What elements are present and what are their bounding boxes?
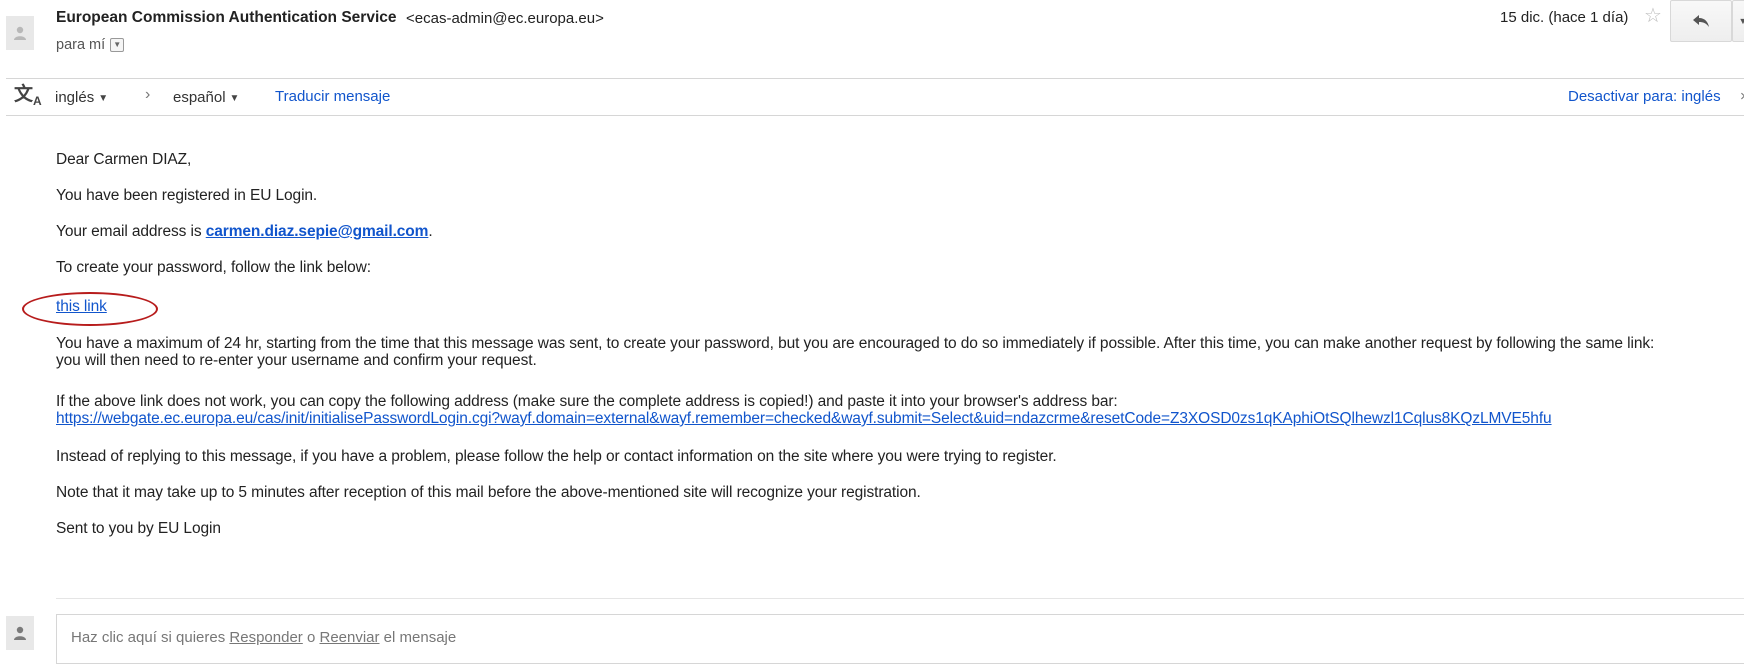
instead-reply-text: Instead of replying to this message, if … [56, 448, 1057, 465]
recipient-line: para mí ▼ [56, 37, 125, 53]
caret-down-icon: ▼ [98, 93, 109, 104]
star-icon[interactable]: ☆ [1644, 6, 1662, 26]
max-time-text-line2: you will then need to re-enter your user… [56, 352, 537, 369]
recipient-details-dropdown[interactable]: ▼ [110, 38, 125, 52]
translate-message-link[interactable]: Traducir mensaje [275, 88, 390, 105]
chevron-right-icon: › [145, 86, 151, 103]
reply-middle: o [302, 629, 320, 646]
person-icon [14, 26, 26, 40]
sender-email: <ecas-admin@ec.europa.eu> [406, 10, 604, 27]
close-icon[interactable]: × [1740, 88, 1744, 105]
email-address-link[interactable]: carmen.diaz.sepie@gmail.com [206, 223, 429, 240]
target-language-select[interactable]: español ▼ [173, 89, 239, 106]
translate-bar: 文A inglés ▼ › español ▼ Traducir mensaje D… [6, 78, 1744, 116]
chevron-down-icon: ▼ [1738, 16, 1744, 26]
reply-button[interactable] [1670, 0, 1732, 42]
caret-down-icon: ▼ [229, 93, 240, 104]
password-url-link[interactable]: https://webgate.ec.europa.eu/cas/init/in… [56, 410, 1552, 428]
email-prefix: Your email address is [56, 223, 206, 240]
greeting: Dear Carmen DIAZ, [56, 151, 192, 168]
password-link[interactable]: this link [56, 298, 107, 316]
forward-link[interactable]: Reenviar [319, 629, 379, 646]
note-minutes-text: Note that it may take up to 5 minutes af… [56, 484, 921, 501]
sender-name[interactable]: European Commission Authentication Servi… [56, 9, 397, 27]
recipient-label: para mí [56, 37, 106, 53]
reply-arrow-icon [1693, 15, 1709, 27]
more-actions-button[interactable]: ▼ [1732, 0, 1744, 42]
divider [56, 598, 1744, 599]
source-language-label: inglés [55, 89, 95, 106]
chevron-down-icon: ▼ [113, 40, 122, 49]
email-suffix: . [428, 223, 433, 240]
target-language-label: español [173, 89, 226, 106]
reply-link[interactable]: Responder [229, 629, 302, 646]
sent-by-text: Sent to you by EU Login [56, 520, 221, 537]
message-date: 15 dic. (hace 1 día) [1500, 9, 1629, 26]
reply-avatar [6, 616, 34, 650]
source-language-select[interactable]: inglés ▼ [55, 89, 108, 106]
reply-suffix: el mensaje [379, 629, 457, 646]
sender-avatar [6, 16, 34, 50]
max-time-text-line1: You have a maximum of 24 hr, starting fr… [56, 335, 1655, 352]
person-icon [14, 626, 26, 640]
disable-translation-link[interactable]: Desactivar para: inglés [1568, 88, 1721, 105]
reply-prefix: Haz clic aquí si quieres [71, 629, 230, 646]
email-address-line: Your email address is carmen.diaz.sepie@… [56, 223, 433, 241]
registered-text: You have been registered in EU Login. [56, 187, 318, 204]
translate-icon: 文A [14, 84, 42, 108]
reply-box[interactable]: Haz clic aquí si quieres Responder o Ree… [56, 614, 1744, 664]
reply-prompt: Haz clic aquí si quieres Responder o Ree… [71, 629, 456, 646]
copy-address-text: If the above link does not work, you can… [56, 393, 1118, 410]
create-password-text: To create your password, follow the link… [56, 259, 371, 276]
